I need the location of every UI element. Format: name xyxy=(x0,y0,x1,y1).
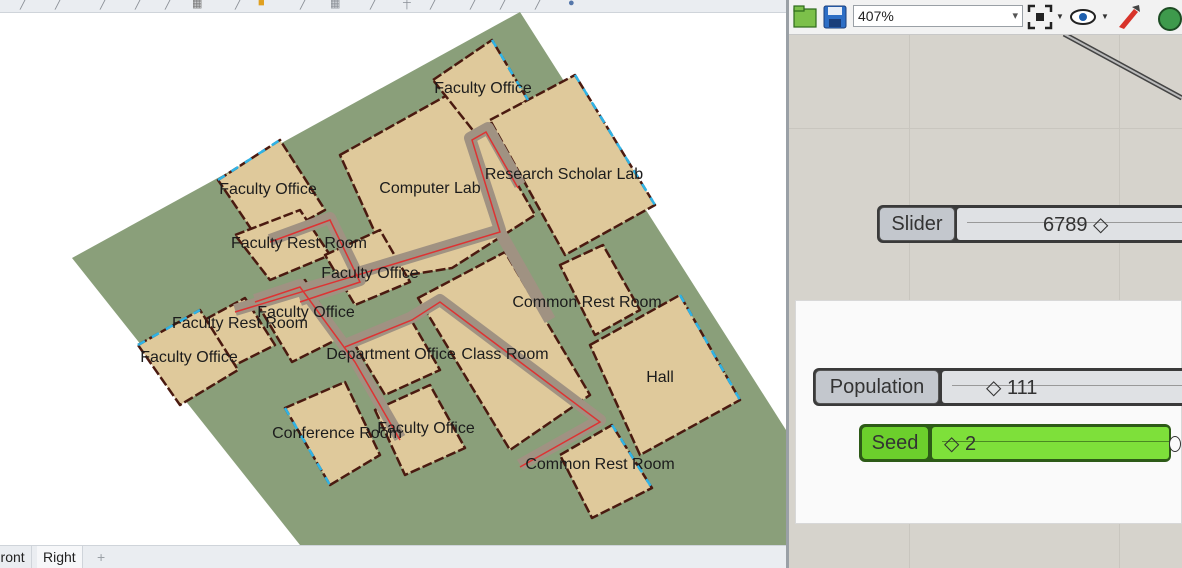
canvas-toolbar: 407% ▾ ▼ ▼ xyxy=(789,0,1182,35)
population-label[interactable]: Population xyxy=(815,370,939,404)
room-label: Department Office xyxy=(326,346,456,363)
zoom-dropdown[interactable]: 407% ▾ xyxy=(853,5,1023,27)
chevron-down-icon[interactable]: ▼ xyxy=(1101,12,1109,21)
plus-icon[interactable]: + xyxy=(91,546,111,568)
room-label: Hall xyxy=(646,369,674,386)
population-value[interactable]: ◇ 111 xyxy=(986,371,1037,403)
tab-front[interactable]: Front xyxy=(0,546,32,568)
seed-value[interactable]: ◇ 2 xyxy=(944,427,976,459)
room-label: Faculty Office xyxy=(377,420,475,437)
chevron-down-icon[interactable]: ▼ xyxy=(1056,12,1064,21)
room-label: Faculty Office xyxy=(321,265,419,282)
preview-eye-icon[interactable] xyxy=(1069,3,1097,31)
open-file-icon[interactable] xyxy=(791,3,819,31)
zoom-value: 407% xyxy=(858,8,894,24)
seed-track[interactable]: ◇ 2 xyxy=(932,427,1169,459)
room-label: Faculty Office xyxy=(140,349,238,366)
room-label: Faculty Office xyxy=(219,181,317,198)
slider-label[interactable]: Slider xyxy=(879,207,955,241)
canvas-group-panel xyxy=(795,300,1182,524)
number-slider-component[interactable]: Slider 6789 ◇ xyxy=(877,205,1182,243)
zoom-extents-icon[interactable] xyxy=(1026,3,1054,31)
number-slider-component[interactable]: Seed ◇ 2 xyxy=(859,424,1171,462)
floor-plan: Faculty Office Computer Lab Research Sch… xyxy=(72,12,786,545)
tab-right[interactable]: Right xyxy=(37,546,83,568)
slider-track[interactable]: 6789 ◇ xyxy=(957,208,1182,240)
output-grip[interactable] xyxy=(1169,436,1181,452)
population-track[interactable]: ◇ 111 xyxy=(942,371,1182,403)
chevron-down-icon: ▾ xyxy=(1012,10,1018,22)
viewport-tabs: Front Right + xyxy=(0,545,786,568)
save-icon[interactable] xyxy=(821,3,849,31)
grasshopper-canvas[interactable]: 407% ▾ ▼ ▼ Slider 6789 ◇ Population ◇ 11… xyxy=(789,0,1182,568)
room-label: Faculty Rest Room xyxy=(231,235,367,252)
seed-label[interactable]: Seed xyxy=(861,426,929,460)
room-label: Faculty Office xyxy=(434,80,532,97)
room-label: Faculty Rest Room xyxy=(172,315,308,332)
display-icon[interactable] xyxy=(1154,3,1182,31)
room-label: Class Room xyxy=(461,346,548,363)
number-slider-component[interactable]: Population ◇ 111 xyxy=(813,368,1182,406)
room-label: Common Rest Room xyxy=(512,294,661,311)
wire xyxy=(1063,33,1182,99)
sketch-brush-icon[interactable] xyxy=(1114,3,1142,31)
room-label: Research Scholar Lab xyxy=(485,166,643,183)
room-label: Common Rest Room xyxy=(525,456,674,473)
rhino-viewport[interactable]: ╱ ╱ ╱ ╱ ╱ ▦ ╱ ■ ╱ ▦ ╱ ┼ ╱ ╱ ╱ ╱ ● Facult… xyxy=(0,0,786,568)
slider-value[interactable]: 6789 ◇ xyxy=(1043,208,1108,240)
room-label: Computer Lab xyxy=(379,180,480,197)
